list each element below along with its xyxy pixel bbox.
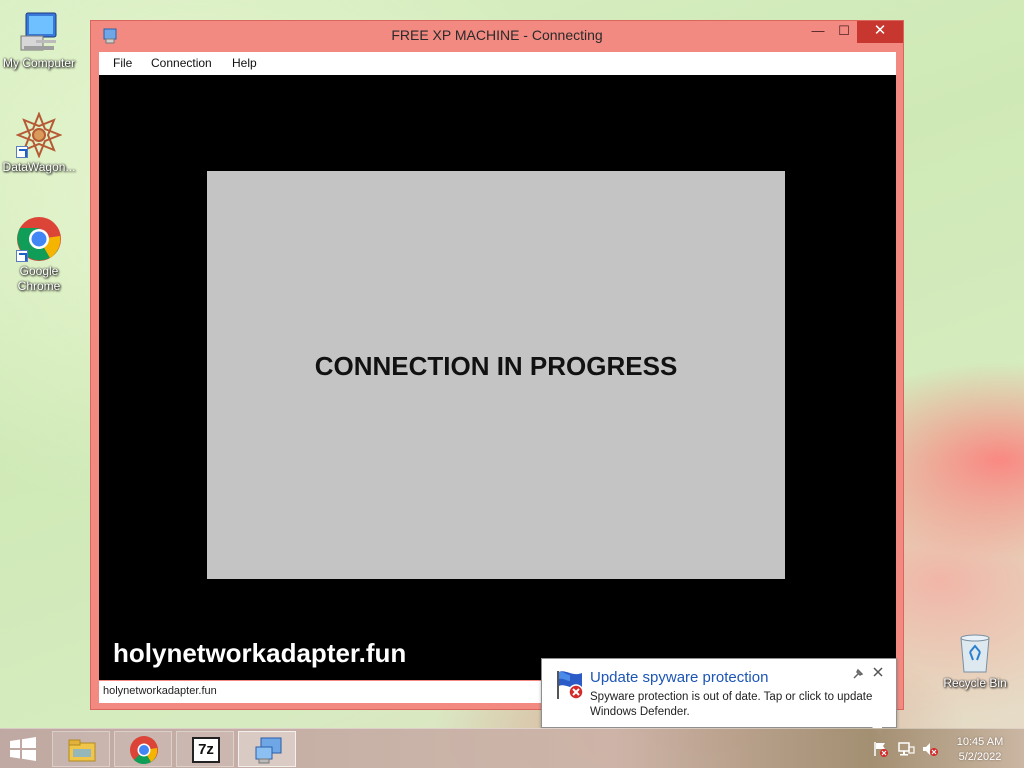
- taskbar: 7z 10:45 AM 5/2/2022: [0, 728, 1024, 768]
- desktop-icon-google-chrome[interactable]: Google Chrome: [0, 216, 78, 294]
- close-button[interactable]: ✕: [857, 21, 903, 43]
- menu-bar: File Connection Help: [99, 52, 896, 75]
- datawagon-icon: [15, 111, 63, 159]
- folder-icon: [67, 735, 97, 765]
- desktop-icon-label: DataWagon...: [2, 160, 76, 174]
- desktop-icon-recycle-bin[interactable]: Recycle Bin: [936, 630, 1014, 691]
- window-titlebar[interactable]: FREE XP MACHINE - Connecting — ☐ ✕: [91, 21, 903, 51]
- desktop-icon-label: My Computer: [2, 56, 76, 70]
- chrome-icon: [16, 216, 62, 262]
- taskbar-google-chrome[interactable]: [114, 731, 172, 767]
- remote-connection-window: FREE XP MACHINE - Connecting — ☐ ✕ File …: [90, 20, 904, 710]
- menu-connection[interactable]: Connection: [151, 56, 212, 70]
- connection-panel: CONNECTION IN PROGRESS: [207, 171, 785, 579]
- connection-status-text: CONNECTION IN PROGRESS: [314, 351, 678, 381]
- speaker-muted-icon[interactable]: [921, 740, 939, 758]
- network-icon[interactable]: [897, 740, 915, 758]
- 7zip-icon: 7z: [192, 737, 220, 763]
- notification-title: Update spyware protection: [590, 669, 769, 686]
- desktop-icon-label: Google Chrome: [17, 264, 61, 293]
- computer-icon: [16, 10, 62, 54]
- action-center-flag-error-icon[interactable]: [872, 740, 890, 758]
- windows-start-icon[interactable]: [8, 737, 38, 761]
- desktop-icon-label: Recycle Bin: [943, 676, 1007, 690]
- clock-time: 10:45 AM: [956, 736, 1004, 748]
- taskbar-file-explorer[interactable]: [52, 731, 110, 767]
- windows-defender-error-icon: [554, 669, 586, 701]
- system-clock[interactable]: 10:45 AM 5/2/2022: [944, 735, 1016, 765]
- notification-body: Spyware protection is out of date. Tap o…: [590, 691, 873, 718]
- watermark-text: holynetworkadapter.fun: [113, 638, 407, 668]
- taskbar-7zip[interactable]: 7z: [176, 731, 234, 767]
- settings-icon[interactable]: [852, 668, 866, 682]
- notification-balloon[interactable]: Update spyware protection Spyware protec…: [541, 658, 897, 737]
- chrome-icon: [129, 735, 159, 765]
- notification-close-icon[interactable]: [872, 666, 886, 680]
- recycle-bin-icon: [955, 630, 995, 674]
- minimize-button[interactable]: —: [805, 21, 831, 43]
- menu-file[interactable]: File: [113, 56, 132, 70]
- window-title: FREE XP MACHINE - Connecting: [391, 27, 603, 43]
- 7zip-label: 7z: [198, 741, 214, 758]
- remote-computer-icon: [253, 735, 283, 765]
- clock-date: 5/2/2022: [958, 751, 1002, 763]
- shortcut-arrow-icon: [16, 146, 28, 158]
- desktop-icon-datawagon[interactable]: DataWagon...: [0, 111, 78, 175]
- remote-display-area[interactable]: CONNECTION IN PROGRESS holynetworkadapte…: [99, 75, 896, 680]
- shortcut-arrow-icon: [16, 250, 28, 262]
- desktop-icon-my-computer[interactable]: My Computer: [0, 10, 78, 71]
- maximize-button[interactable]: ☐: [831, 21, 857, 43]
- status-text: holynetworkadapter.fun: [103, 685, 217, 697]
- menu-help[interactable]: Help: [232, 56, 257, 70]
- taskbar-remote-connection[interactable]: [238, 731, 296, 767]
